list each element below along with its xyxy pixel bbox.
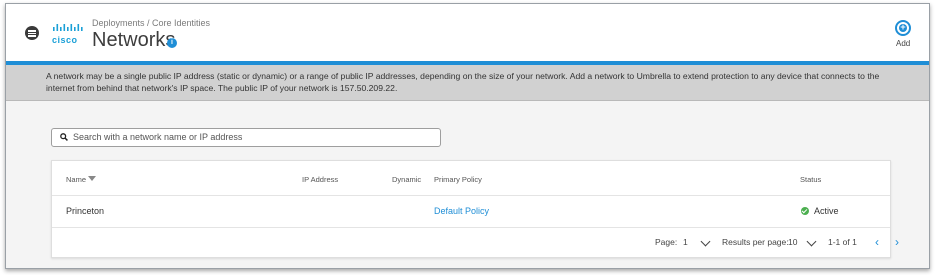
networks-table: Name IP Address Dynamic Primary Policy S… [51, 160, 899, 258]
breadcrumb[interactable]: Deployments / Core Identities [92, 18, 210, 28]
divider [52, 227, 890, 228]
info-icon[interactable]: i [167, 38, 177, 48]
search-icon [60, 133, 68, 141]
cisco-logo: cisco [52, 21, 84, 45]
row-status: Active [814, 206, 839, 216]
row-policy-link[interactable]: Default Policy [434, 206, 489, 216]
cisco-bars-icon [53, 24, 83, 31]
page-chevron-down-icon[interactable] [700, 236, 711, 247]
sort-down-icon[interactable] [88, 176, 96, 181]
per-page-chevron-down-icon[interactable] [806, 236, 817, 247]
prev-page-icon[interactable]: ‹ [875, 236, 879, 248]
row-name[interactable]: Princeton [66, 206, 104, 216]
app-window: cisco Deployments / Core Identities Netw… [5, 3, 930, 269]
results-per-page-label: Results per page: [722, 237, 789, 247]
info-banner-text: A network may be a single public IP addr… [46, 71, 880, 93]
cisco-wordmark: cisco [52, 35, 78, 45]
search-placeholder: Search with a network name or IP address [73, 132, 243, 142]
column-header-name[interactable]: Name [66, 175, 86, 184]
add-label[interactable]: Add [896, 39, 910, 48]
menu-icon[interactable] [25, 26, 39, 40]
column-header-status: Status [800, 175, 822, 184]
column-header-dynamic: Dynamic [392, 175, 422, 184]
column-header-primary-policy: Primary Policy [434, 175, 482, 184]
info-banner: A network may be a single public IP addr… [6, 65, 929, 101]
active-check-icon [801, 207, 809, 215]
divider [52, 195, 890, 196]
results-per-page-value[interactable]: 10 [788, 237, 797, 247]
page-title: Networks [92, 29, 176, 51]
page-label: Page: [655, 237, 678, 247]
next-page-icon[interactable]: › [895, 236, 899, 248]
search-input[interactable]: Search with a network name or IP address [51, 128, 441, 147]
page-select-value[interactable]: 1 [683, 237, 688, 247]
plus-icon[interactable]: + [899, 22, 907, 32]
column-header-ip-address: IP Address [302, 175, 339, 184]
pagination-range: 1-1 of 1 [828, 237, 857, 247]
page-header: cisco Deployments / Core Identities Netw… [6, 4, 929, 61]
